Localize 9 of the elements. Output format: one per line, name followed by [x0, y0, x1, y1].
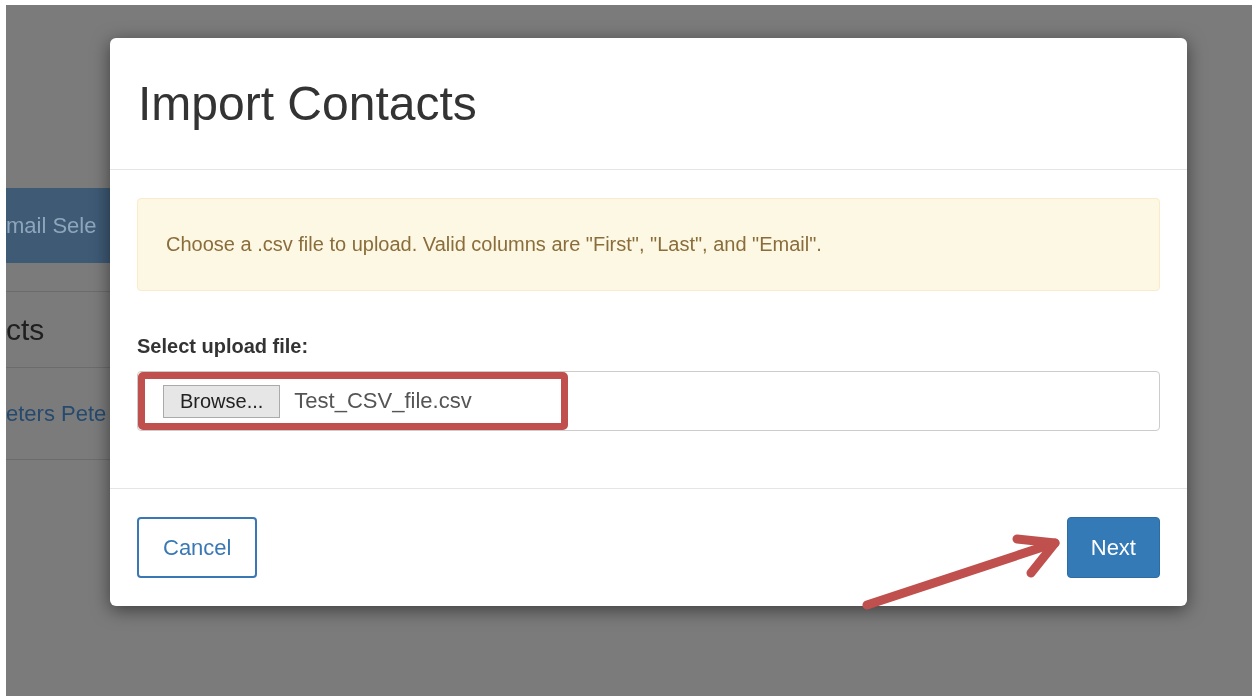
next-button[interactable]: Next — [1066, 517, 1160, 578]
file-name: Test_CSV_file.csv — [294, 388, 472, 414]
browse-button[interactable]: Browse... — [163, 384, 281, 418]
file-input-field[interactable]: Browse... Test_CSV_file.csv — [137, 371, 1160, 431]
field-label: Select upload file: — [137, 335, 310, 358]
cancel-button[interactable]: Cancel — [137, 517, 258, 578]
dialog-title: Import Contacts — [138, 76, 477, 131]
info-alert: Choose a .csv file to upload. Valid columns are "First", "Last", and "Email". — [137, 198, 1160, 291]
page-heading: cts — [6, 312, 46, 348]
